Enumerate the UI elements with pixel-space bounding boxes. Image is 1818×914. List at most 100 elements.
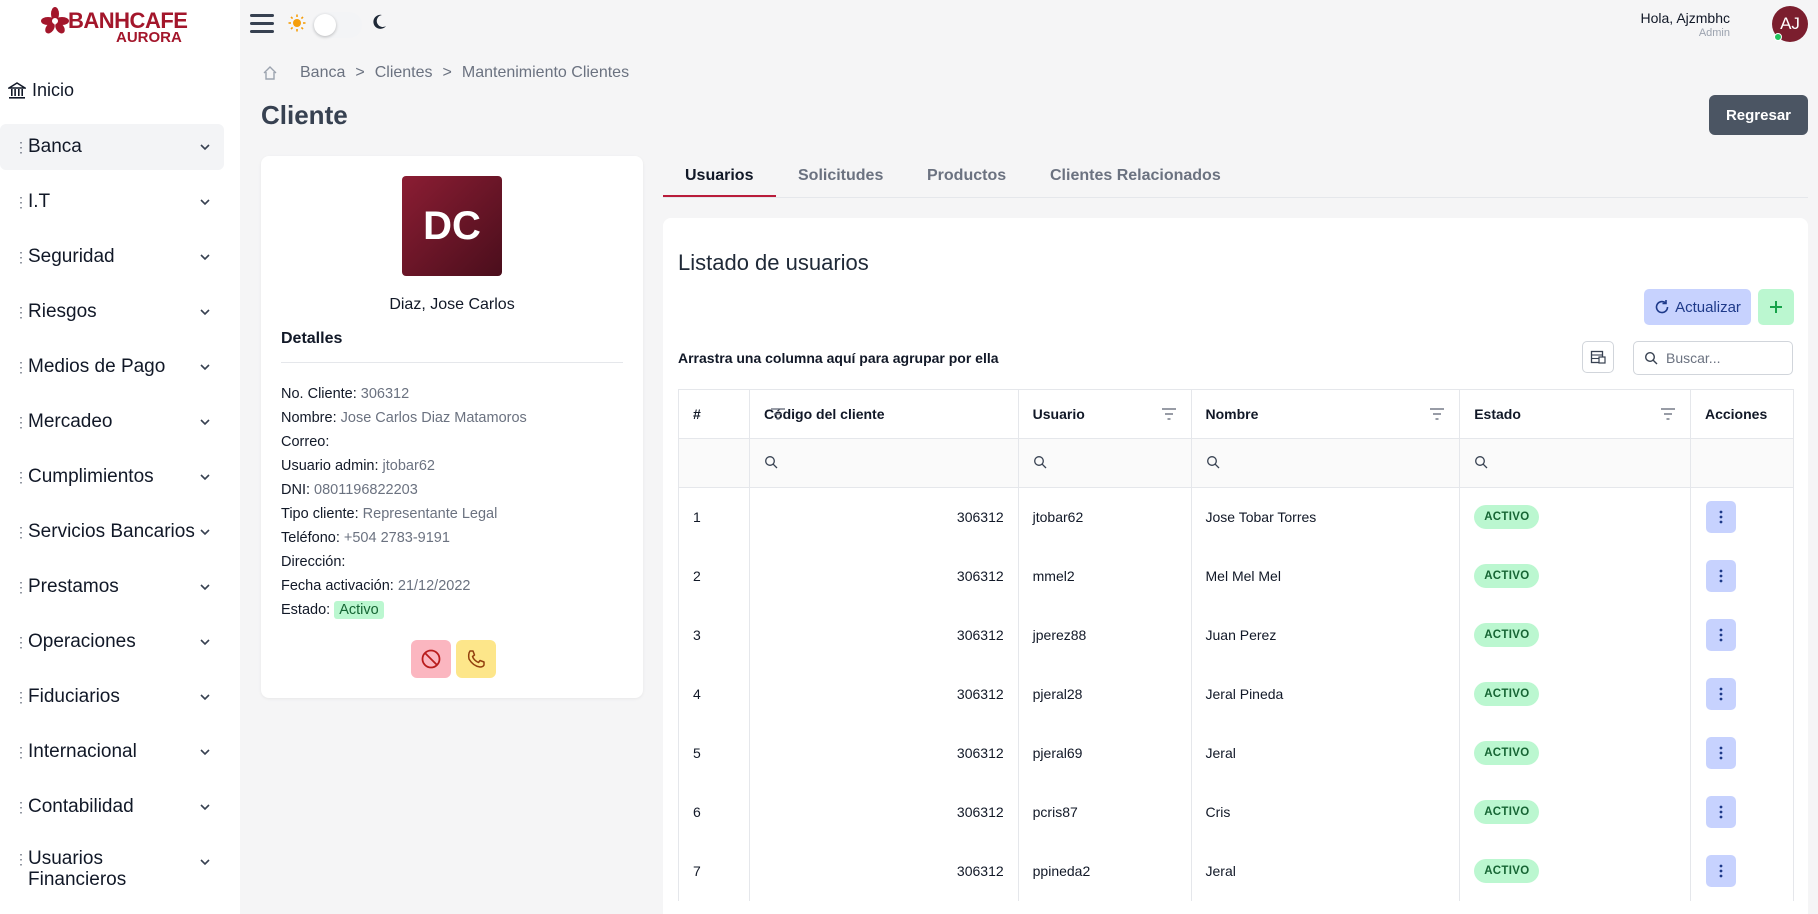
chevron-down-icon <box>200 749 210 756</box>
row-actions-button[interactable] <box>1705 619 1736 651</box>
drag-handle-icon: ⋮ <box>14 249 28 265</box>
brand-logo[interactable]: BANHCAFE AURORA <box>40 4 190 48</box>
detail-row-admin-user: Usuario admin: jtobar62 <box>281 458 435 474</box>
breadcrumb-clientes[interactable]: Clientes <box>375 64 433 82</box>
flower-logo-icon <box>41 7 69 34</box>
home-icon[interactable] <box>262 65 278 81</box>
search-input[interactable] <box>1666 350 1786 366</box>
sidebar-item-mercadeo[interactable]: ⋮ Mercadeo <box>0 399 224 445</box>
divider <box>281 362 623 363</box>
breadcrumb-separator: > <box>442 64 452 81</box>
column-header-actions: Acciones <box>1689 389 1795 439</box>
theme-toggle[interactable] <box>312 12 362 38</box>
column-header-client-code[interactable]: Código del cliente <box>748 389 1019 439</box>
sidebar-item-seguridad[interactable]: ⋮ Seguridad <box>0 234 224 280</box>
page-title: Cliente <box>261 100 348 130</box>
moon-icon <box>373 14 386 29</box>
sidebar-item-label: Usuarios Financieros <box>28 848 127 890</box>
sidebar-item-medios-de-pago[interactable]: ⋮ Medios de Pago <box>0 344 224 390</box>
chevron-down-icon <box>200 639 210 646</box>
filter-cell <box>1689 438 1795 488</box>
row-actions-button[interactable] <box>1705 796 1736 828</box>
brand-sub: AURORA <box>116 29 182 46</box>
tab-solicitudes[interactable]: Solicitudes <box>798 156 883 198</box>
sidebar-item-contabilidad[interactable]: ⋮ Contabilidad <box>0 784 224 830</box>
filter-icon[interactable] <box>770 407 786 421</box>
sidebar-item-prestamos[interactable]: ⋮ Prestamos <box>0 564 224 610</box>
row-actions-button[interactable] <box>1705 678 1736 710</box>
drag-handle-icon: ⋮ <box>14 634 28 650</box>
sidebar-item-internacional[interactable]: ⋮ Internacional <box>0 729 224 775</box>
block-client-button[interactable] <box>411 640 451 678</box>
add-user-button[interactable] <box>1758 289 1794 325</box>
menu-toggle-button[interactable] <box>250 14 274 36</box>
sidebar-item-it[interactable]: ⋮ I.T <box>0 179 224 225</box>
group-panel-hint[interactable]: Arrastra una columna aquí para agrupar p… <box>678 350 999 366</box>
drag-handle-icon: ⋮ <box>14 359 28 375</box>
filter-icon[interactable] <box>1660 407 1676 421</box>
column-chooser-button[interactable] <box>1582 341 1614 373</box>
status-badge: ACTIVO <box>1474 741 1540 765</box>
column-header-name[interactable]: Nombre <box>1190 389 1461 439</box>
status-badge: ACTIVO <box>1474 859 1540 883</box>
tab-productos[interactable]: Productos <box>927 156 1006 198</box>
tab-clientes-relacionados[interactable]: Clientes Relacionados <box>1050 156 1221 198</box>
filter-icon[interactable] <box>1429 407 1445 421</box>
sidebar-item-banca[interactable]: ⋮ Banca <box>0 124 224 170</box>
column-header-user[interactable]: Usuario <box>1017 389 1192 439</box>
more-vertical-icon <box>1719 864 1723 878</box>
sidebar-item-servicios-bancarios[interactable]: ⋮ Servicios Bancarios <box>0 509 224 555</box>
back-button[interactable]: Regresar <box>1709 95 1808 135</box>
sun-icon <box>288 14 306 32</box>
sidebar-item-fiduciarios[interactable]: ⋮ Fiduciarios <box>0 674 224 720</box>
filter-cell-user[interactable] <box>1017 438 1192 488</box>
table-row[interactable]: 1 306312 jtobar62 Jose Tobar Torres ACTI… <box>678 487 1795 547</box>
table-row[interactable]: 5 306312 pjeral69 Jeral ACTIVO <box>678 723 1795 783</box>
chevron-down-icon <box>200 419 210 426</box>
column-header-status[interactable]: Estado <box>1459 389 1691 439</box>
tab-usuarios[interactable]: Usuarios <box>685 156 753 198</box>
table-row[interactable]: 6 306312 pcris87 Cris ACTIVO <box>678 782 1795 842</box>
sidebar: BANHCAFE AURORA Inicio ⋮ Banca ⋮ I.T ⋮ S… <box>0 0 240 914</box>
refresh-button[interactable]: Actualizar <box>1644 289 1751 325</box>
table-row[interactable]: 3 306312 jperez88 Juan Perez ACTIVO <box>678 605 1795 665</box>
sidebar-item-inicio[interactable]: Inicio <box>8 80 74 101</box>
table-row[interactable]: 7 306312 ppineda2 Jeral ACTIVO <box>678 841 1795 901</box>
sidebar-item-label: Banca <box>28 136 82 157</box>
sidebar-item-label: Medios de Pago <box>28 356 166 377</box>
column-header-number[interactable]: # <box>678 389 750 439</box>
phone-icon <box>467 650 485 668</box>
row-actions-button[interactable] <box>1705 501 1736 534</box>
detail-row-dni: DNI: 0801196822203 <box>281 482 418 498</box>
filter-cell-status[interactable] <box>1459 438 1691 488</box>
avatar[interactable]: AJ <box>1772 6 1808 42</box>
chevron-down-icon <box>200 804 210 811</box>
chevron-down-icon <box>200 529 210 536</box>
sidebar-item-operaciones[interactable]: ⋮ Operaciones <box>0 619 224 665</box>
sidebar-item-label: I.T <box>28 191 51 212</box>
sidebar-item-riesgos[interactable]: ⋮ Riesgos <box>0 289 224 335</box>
details-heading: Detalles <box>281 330 343 347</box>
filter-icon[interactable] <box>1161 407 1177 421</box>
call-client-button[interactable] <box>456 640 496 678</box>
client-card: DC Diaz, Jose Carlos Detalles No. Client… <box>261 156 643 698</box>
detail-row-activation-date: Fecha activación: 21/12/2022 <box>281 578 471 594</box>
table-row[interactable]: 4 306312 pjeral28 Jeral Pineda ACTIVO <box>678 664 1795 724</box>
detail-row-email: Correo: <box>281 434 330 450</box>
filter-cell-name[interactable] <box>1190 438 1461 488</box>
sidebar-item-label: Internacional <box>28 741 137 762</box>
sidebar-item-cumplimientos[interactable]: ⋮ Cumplimientos <box>0 454 224 500</box>
search-icon <box>764 455 778 468</box>
row-actions-button[interactable] <box>1705 560 1736 592</box>
sidebar-item-usuarios-financieros[interactable]: ⋮ Usuarios Financieros <box>0 848 224 898</box>
row-actions-button[interactable] <box>1705 737 1736 769</box>
filter-cell-client-code[interactable] <box>748 438 1019 488</box>
more-vertical-icon <box>1719 569 1723 583</box>
row-actions-button[interactable] <box>1705 855 1736 887</box>
drag-handle-icon: ⋮ <box>14 469 28 485</box>
sidebar-item-label: Cumplimientos <box>28 466 154 487</box>
detail-row-client-number: No. Cliente: 306312 <box>281 386 410 402</box>
breadcrumb-banca[interactable]: Banca <box>300 64 345 82</box>
client-initials-avatar: DC <box>402 176 502 276</box>
table-row[interactable]: 2 306312 mmel2 Mel Mel Mel ACTIVO <box>678 546 1795 606</box>
